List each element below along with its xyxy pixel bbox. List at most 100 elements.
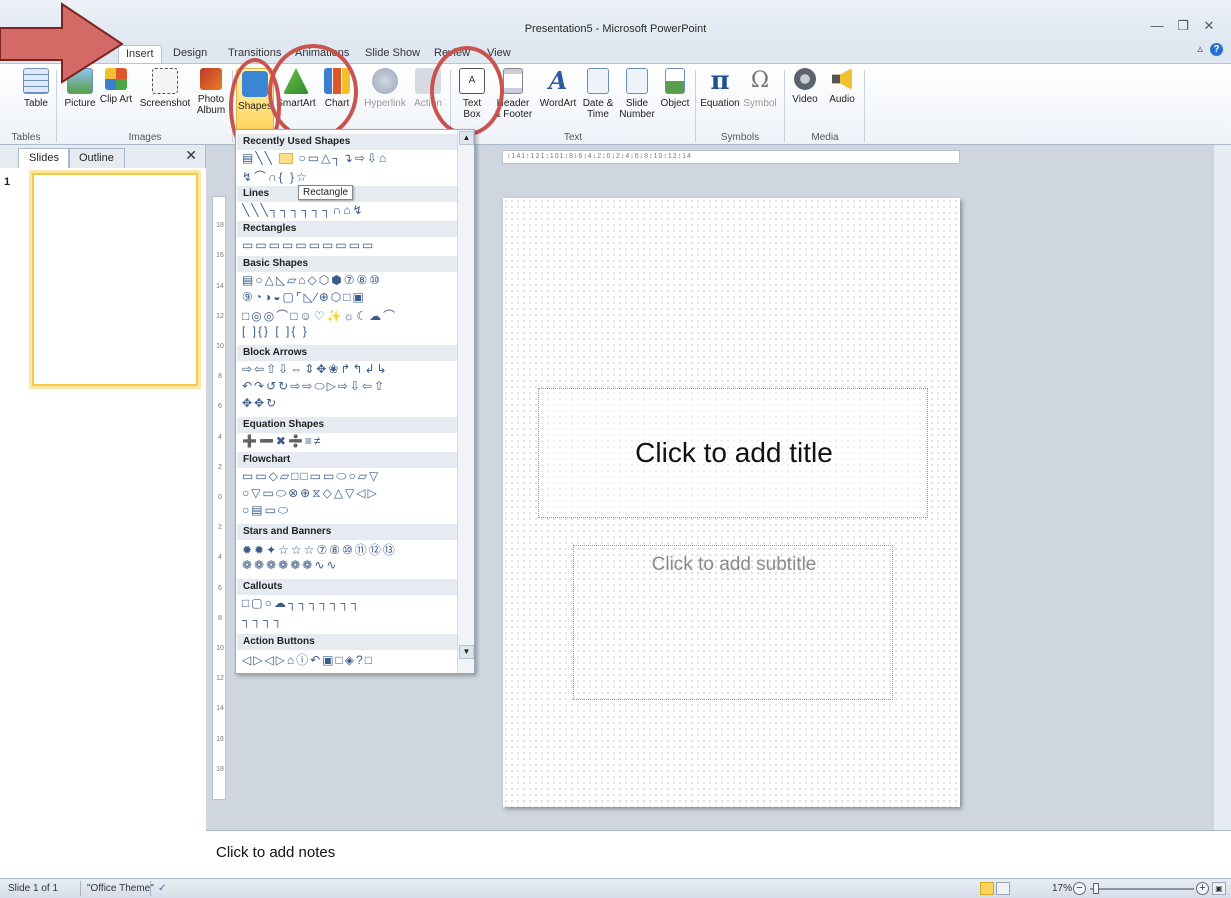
shape-row-arrows-3[interactable]: ✥✥↻ — [242, 396, 457, 412]
slide-number-button[interactable]: Slide Number — [617, 68, 657, 128]
zoom-out-icon[interactable]: − — [1073, 882, 1086, 895]
notes-pane[interactable]: Click to add notes — [206, 830, 1231, 878]
ruler-label: 8 — [218, 614, 222, 622]
ruler-label: 18 — [216, 765, 224, 773]
shape-row-basic-1[interactable]: ▤○△◺▱⌂◇⬡⬢⑦⑧⑩ — [242, 273, 457, 289]
chart-button[interactable]: Chart — [318, 68, 356, 128]
shape-row-equation[interactable]: ➕➖✖➗≡≠ — [242, 434, 457, 450]
zoom-slider[interactable] — [1090, 888, 1194, 890]
shape-row-arrows-2[interactable]: ↶↷↺↻⇨⇨⬭▷⇨⇩⇦⇧ — [242, 379, 457, 395]
symbol-button[interactable]: Ω Symbol — [742, 68, 778, 128]
spell-check-icon[interactable]: ✓ — [158, 883, 166, 894]
shape-row-basic-2[interactable]: ⑨◔◑◒▢⌜◺∕⊕⬡□▣ — [242, 290, 457, 306]
shape-row-flow-3[interactable]: ○▤▭⬭ — [242, 503, 457, 519]
gallery-scrollbar[interactable]: ▲ ▼ — [457, 130, 474, 673]
zoom-slider-thumb[interactable] — [1093, 883, 1099, 894]
slide-number-label: Slide Number — [619, 98, 655, 120]
zoom-level[interactable]: 17% — [1052, 883, 1072, 894]
shape-row-flow-2[interactable]: ○▽▭⬭⊗⊕⧖◇△▽◁▷ — [242, 486, 457, 502]
rectangle-shape[interactable] — [279, 153, 294, 165]
shape-row-basic-4[interactable]: [ ]{} [ ]{ } — [242, 324, 457, 340]
header-footer-button[interactable]: Header & Footer — [492, 68, 534, 128]
slide-thumbnail[interactable] — [32, 173, 198, 386]
tab-slides[interactable]: Slides — [18, 148, 70, 168]
slide-count: Slide 1 of 1 — [8, 883, 59, 894]
shape-row-flow-1[interactable]: ▭▭◇▱□□▭▭⬭○▱▽ — [242, 469, 457, 485]
tab-view[interactable]: View — [480, 45, 518, 64]
header-footer-label: Header & Footer — [493, 98, 533, 120]
tab-review[interactable]: Review — [427, 45, 477, 64]
tab-animations[interactable]: Animations — [288, 45, 356, 64]
date-time-button[interactable]: Date & Time — [580, 68, 616, 128]
shape-row-arrows-1[interactable]: ⇨⇦⇧⇩⇔⇕✥❀↱↰↲↳ — [242, 362, 457, 378]
smartart-icon — [283, 68, 309, 94]
shapes-icon — [242, 71, 268, 97]
status-separator — [150, 881, 151, 896]
shape-row-basic-3[interactable]: □◎◎⌒□☺♡✨☼☾☁⌒ — [242, 307, 457, 323]
annotation-arrow-icon — [0, 2, 124, 84]
ruler-label: 2 — [218, 524, 222, 532]
shape-row-lines[interactable]: ╲╲╲┐┐┐┐┐┐∩⌂↯ — [242, 203, 457, 219]
hyperlink-button[interactable]: Hyperlink — [362, 68, 408, 128]
wordart-button[interactable]: A WordArt — [536, 68, 580, 128]
tab-transitions[interactable]: Transitions — [221, 45, 288, 64]
group-separator — [864, 70, 865, 142]
vertical-scrollbar[interactable] — [1214, 145, 1231, 830]
video-button[interactable]: Video — [787, 68, 823, 128]
screenshot-button[interactable]: Screenshot — [138, 68, 192, 128]
smartart-button[interactable]: SmartArt — [275, 68, 317, 128]
theme-name[interactable]: "Office Theme" — [87, 883, 154, 894]
action-button[interactable]: Action — [410, 68, 446, 128]
ruler-label: 10 — [216, 343, 224, 350]
ribbon-controls: ▵ ? — [1197, 42, 1223, 56]
slides-panel: Slides Outline ✕ 1 — [0, 145, 206, 878]
slide[interactable]: Click to add title Click to add subtitle — [503, 198, 960, 807]
text-box-icon: A — [459, 68, 485, 94]
group-label-media: Media — [811, 132, 839, 143]
shape-row-recent-1: ▤╲╲ ○▭△┐↴⇨⇩⌂ — [242, 151, 457, 167]
subtitle-placeholder[interactable]: Click to add subtitle — [573, 545, 893, 700]
tab-design[interactable]: Design — [166, 45, 214, 64]
shapes-button[interactable]: Shapes — [236, 68, 274, 132]
shape-row-stars-2[interactable]: ❁❁❁❁❁❁∿∿ — [242, 558, 457, 574]
ruler-label: 6 — [218, 403, 222, 411]
close-icon[interactable]: ✕ — [185, 147, 197, 164]
shape-items[interactable]: ○▭△┐↴⇨⇩⌂ — [298, 151, 388, 165]
tab-outline[interactable]: Outline — [68, 148, 125, 168]
restore-button[interactable]: ❐ — [1172, 18, 1194, 36]
help-icon[interactable]: ? — [1210, 43, 1223, 56]
audio-icon — [832, 68, 852, 90]
photo-album-button[interactable]: Photo Album — [193, 68, 229, 128]
shape-row-action[interactable]: ◁▷◁▷⌂ⓘ↶▣□◈?□ — [242, 651, 457, 667]
symbol-icon: Ω — [750, 68, 770, 93]
object-button[interactable]: Object — [657, 68, 693, 128]
scroll-up-icon[interactable]: ▲ — [459, 131, 474, 145]
fit-slide-icon[interactable]: ▣ — [1212, 882, 1226, 895]
normal-view-icon[interactable] — [980, 882, 994, 895]
tab-slide-show[interactable]: Slide Show — [358, 45, 427, 64]
section-rectangles: Rectangles — [237, 221, 457, 237]
shape-row-stars-1[interactable]: ✹✹✦☆☆☆⑦⑧⑩⑪⑫⑬ — [242, 541, 457, 557]
slide-sorter-icon[interactable] — [996, 882, 1010, 895]
status-separator — [80, 881, 81, 896]
section-flowchart: Flowchart — [237, 452, 457, 468]
shape-row-rectangles[interactable]: ▭▭▭▭▭▭▭▭▭▭ — [242, 238, 457, 254]
section-basic-shapes: Basic Shapes — [237, 256, 457, 272]
scroll-down-icon[interactable]: ▼ — [459, 645, 474, 659]
close-button[interactable]: ✕ — [1198, 18, 1220, 36]
date-time-icon — [587, 68, 609, 94]
shape-row-callouts-2[interactable]: ┐┐┐┐ — [242, 613, 457, 629]
shape-row-callouts-1[interactable]: □▢○☁┐┐┐┐┐┐┐ — [242, 596, 457, 612]
title-placeholder[interactable]: Click to add title — [538, 388, 928, 518]
text-box-button[interactable]: A Text Box — [454, 68, 490, 128]
horizontal-ruler: ↕141↕121↕101↕8↕6↕4↕2↕0↕2↕4↕6↕8↕10↕12↕14 — [502, 150, 960, 164]
ribbon-collapse-icon[interactable]: ▵ — [1197, 43, 1203, 55]
equation-button[interactable]: π Equation — [698, 68, 742, 128]
audio-button[interactable]: Audio — [824, 68, 860, 128]
shape-items[interactable]: ▤╲╲ — [242, 151, 274, 165]
shape-row-recent-2[interactable]: ↯⌒∩{ }☆ — [242, 168, 457, 184]
minimize-button[interactable]: — — [1146, 18, 1168, 36]
object-icon — [665, 68, 685, 94]
zoom-in-icon[interactable]: + — [1196, 882, 1209, 895]
section-stars-banners: Stars and Banners — [237, 524, 457, 540]
